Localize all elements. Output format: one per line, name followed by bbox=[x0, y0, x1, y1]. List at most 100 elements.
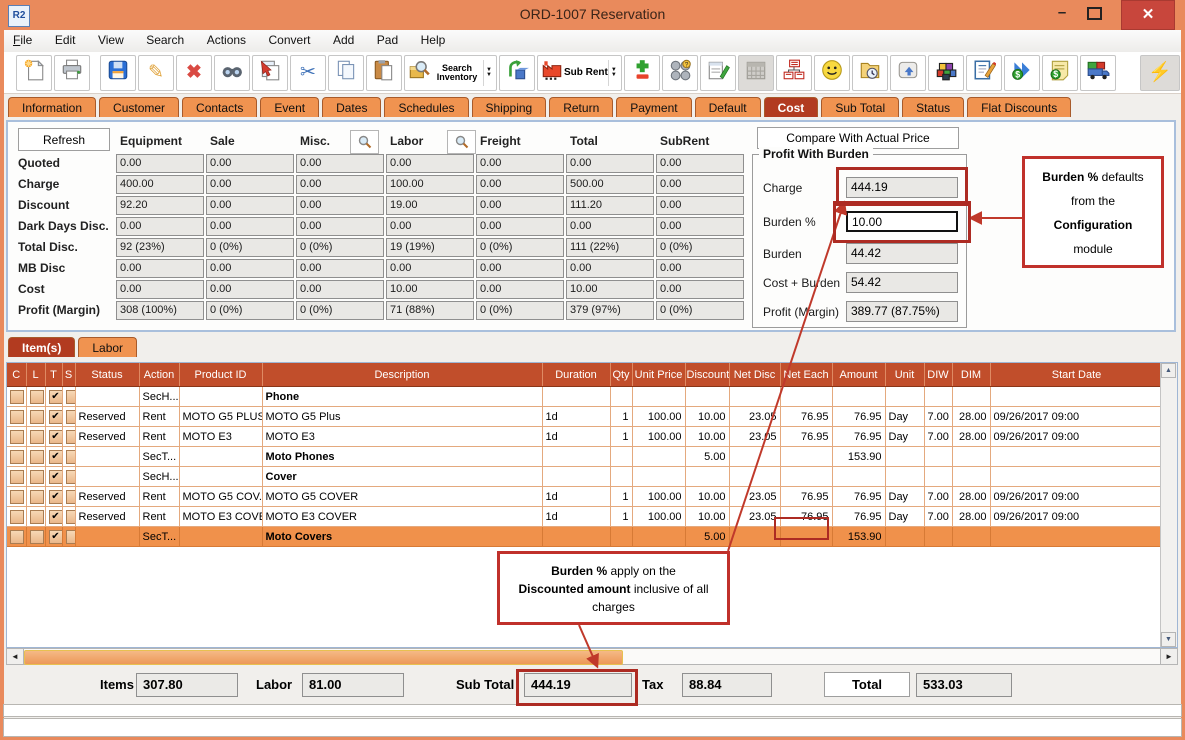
checkbox-t[interactable]: ✔ bbox=[49, 410, 63, 424]
cell-start-date[interactable] bbox=[990, 387, 1163, 407]
tab-schedules[interactable]: Schedules bbox=[384, 97, 468, 117]
cell-amount[interactable]: 153.90 bbox=[832, 447, 885, 467]
tab-return[interactable]: Return bbox=[549, 97, 613, 117]
cell-dim[interactable] bbox=[952, 387, 990, 407]
cell-action[interactable]: Rent bbox=[139, 407, 179, 427]
cell-unit-price[interactable] bbox=[632, 447, 685, 467]
cell-unit[interactable]: Day bbox=[885, 427, 924, 447]
copy-button[interactable] bbox=[328, 55, 364, 91]
checkbox-t[interactable]: ✔ bbox=[49, 510, 63, 524]
print-button[interactable] bbox=[54, 55, 90, 91]
tab-flat-discounts[interactable]: Flat Discounts bbox=[967, 97, 1071, 117]
copy-document-button[interactable] bbox=[252, 55, 288, 91]
table-row-item[interactable]: ✔ Reserved Rent MOTO G5 PLUS MOTO G5 Plu… bbox=[7, 407, 1163, 427]
tab-dates[interactable]: Dates bbox=[322, 97, 381, 117]
cell-description[interactable]: MOTO G5 COVER bbox=[262, 487, 542, 507]
cell-dim[interactable]: 28.00 bbox=[952, 427, 990, 447]
burden-percent-input[interactable]: 10.00 bbox=[846, 211, 958, 232]
checkbox-s[interactable] bbox=[66, 430, 76, 444]
tab-labor[interactable]: Labor bbox=[78, 337, 137, 357]
cell-status[interactable]: Reserved bbox=[75, 427, 139, 447]
cell-unit[interactable] bbox=[885, 387, 924, 407]
cell-unit-price[interactable]: 100.00 bbox=[632, 427, 685, 447]
cell-unit-price[interactable]: 100.00 bbox=[632, 487, 685, 507]
cell-diw[interactable]: 7.00 bbox=[924, 487, 952, 507]
cell-product-id[interactable]: MOTO E3 bbox=[179, 427, 262, 447]
checkbox-l[interactable] bbox=[30, 470, 44, 484]
cell-product-id[interactable] bbox=[179, 447, 262, 467]
checkbox-s[interactable] bbox=[66, 390, 76, 404]
cell-action[interactable]: Rent bbox=[139, 507, 179, 527]
checkbox-s[interactable] bbox=[66, 470, 76, 484]
cell-unit-price[interactable]: 100.00 bbox=[632, 507, 685, 527]
checkbox-t[interactable]: ✔ bbox=[49, 490, 63, 504]
cell-start-date[interactable] bbox=[990, 527, 1163, 547]
add-remove-items-button[interactable] bbox=[624, 55, 660, 91]
cell-product-id[interactable]: MOTO G5 PLUS bbox=[179, 407, 262, 427]
cell-qty[interactable]: 1 bbox=[610, 407, 632, 427]
find-button[interactable] bbox=[214, 55, 250, 91]
cell-net-each[interactable] bbox=[780, 527, 832, 547]
refresh-button[interactable]: Refresh bbox=[18, 128, 110, 151]
cell-dim[interactable]: 28.00 bbox=[952, 507, 990, 527]
scrollbar-thumb[interactable] bbox=[24, 650, 623, 665]
checkbox-c[interactable] bbox=[10, 390, 24, 404]
checkbox-c[interactable] bbox=[10, 410, 24, 424]
labor-search-button[interactable] bbox=[447, 130, 476, 154]
cell-description[interactable]: Moto Phones bbox=[262, 447, 542, 467]
checkbox-l[interactable] bbox=[30, 410, 44, 424]
tab-shipping[interactable]: Shipping bbox=[472, 97, 547, 117]
checkbox-l[interactable] bbox=[30, 510, 44, 524]
cell-net-each[interactable]: 76.95 bbox=[780, 407, 832, 427]
cell-dim[interactable]: 28.00 bbox=[952, 487, 990, 507]
tab-cost[interactable]: Cost bbox=[764, 97, 819, 117]
scroll-up-arrow[interactable]: ▲ bbox=[1161, 363, 1176, 378]
cell-net-disc[interactable]: 23.05 bbox=[729, 507, 780, 527]
cell-dim[interactable] bbox=[952, 467, 990, 487]
search-inventory-button[interactable]: Search Inventory ▼▼ bbox=[404, 55, 497, 91]
cell-net-each[interactable]: 76.95 bbox=[780, 427, 832, 447]
availability-group-button[interactable]: ? bbox=[662, 55, 698, 91]
cell-unit[interactable]: Day bbox=[885, 507, 924, 527]
menu-file[interactable]: File bbox=[4, 30, 41, 47]
cell-amount[interactable]: 76.95 bbox=[832, 507, 885, 527]
cell-product-id[interactable]: MOTO G5 COV... bbox=[179, 487, 262, 507]
cell-qty[interactable] bbox=[610, 447, 632, 467]
cell-start-date[interactable]: 09/26/2017 09:00 bbox=[990, 487, 1163, 507]
history-button[interactable] bbox=[852, 55, 888, 91]
cell-action[interactable]: SecH... bbox=[139, 387, 179, 407]
cell-description[interactable]: MOTO E3 COVER bbox=[262, 507, 542, 527]
vertical-scrollbar[interactable]: ▲ ▼ bbox=[1160, 363, 1177, 647]
cell-unit[interactable] bbox=[885, 527, 924, 547]
checkbox-t[interactable]: ✔ bbox=[49, 450, 63, 464]
menu-search[interactable]: Search bbox=[137, 30, 193, 47]
scroll-down-arrow[interactable]: ▼ bbox=[1161, 632, 1176, 647]
checkbox-t[interactable]: ✔ bbox=[49, 530, 63, 544]
cell-qty[interactable]: 1 bbox=[610, 427, 632, 447]
checkbox-l[interactable] bbox=[30, 530, 44, 544]
cell-qty[interactable] bbox=[610, 467, 632, 487]
edit-button[interactable]: ✎ bbox=[138, 55, 174, 91]
cell-amount[interactable]: 76.95 bbox=[832, 407, 885, 427]
checkbox-l[interactable] bbox=[30, 450, 44, 464]
cell-duration[interactable]: 1d bbox=[542, 507, 610, 527]
checkbox-c[interactable] bbox=[10, 470, 24, 484]
cell-discount[interactable]: 5.00 bbox=[685, 447, 729, 467]
scroll-left-arrow[interactable]: ◄ bbox=[7, 649, 24, 664]
cell-description[interactable]: MOTO E3 bbox=[262, 427, 542, 447]
checkbox-c[interactable] bbox=[10, 490, 24, 504]
table-row-section-cover[interactable]: ✔ SecH... Cover bbox=[7, 467, 1163, 487]
cell-amount[interactable]: 153.90 bbox=[832, 527, 885, 547]
cell-net-disc[interactable] bbox=[729, 387, 780, 407]
tab-sub-total[interactable]: Sub Total bbox=[821, 97, 899, 117]
cell-duration[interactable] bbox=[542, 387, 610, 407]
cell-net-disc[interactable]: 23.05 bbox=[729, 407, 780, 427]
table-row-item[interactable]: ✔ Reserved Rent MOTO E3 COVER MOTO E3 CO… bbox=[7, 507, 1163, 527]
cell-diw[interactable] bbox=[924, 467, 952, 487]
cell-diw[interactable]: 7.00 bbox=[924, 407, 952, 427]
cell-status[interactable]: Reserved bbox=[75, 407, 139, 427]
checkbox-l[interactable] bbox=[30, 490, 44, 504]
delete-button[interactable]: ✖ bbox=[176, 55, 212, 91]
cell-description[interactable]: Cover bbox=[262, 467, 542, 487]
table-row-section-total[interactable]: ✔ SecT... Moto Phones 5.00 153.90 bbox=[7, 447, 1163, 467]
